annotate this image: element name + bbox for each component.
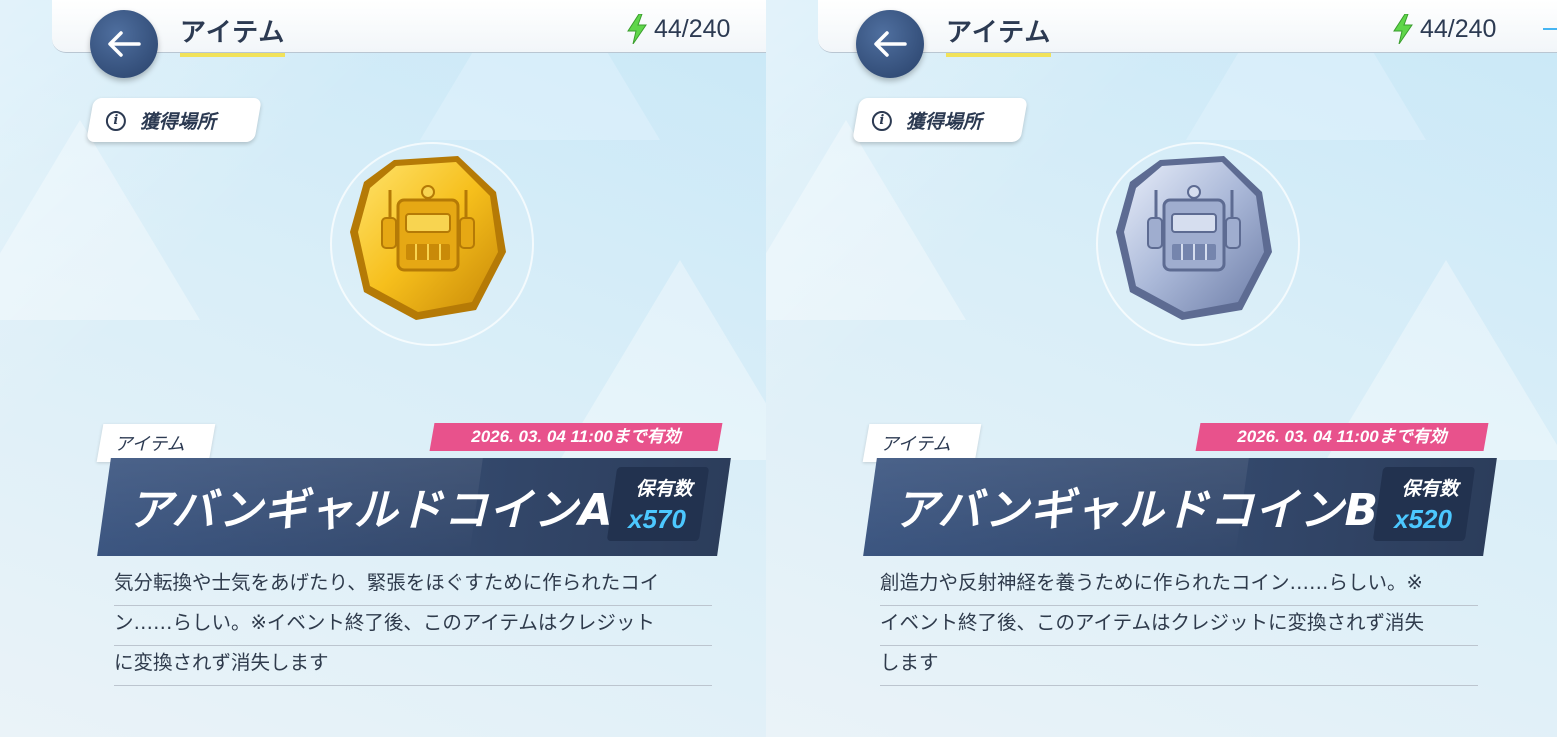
item-type-tag: アイテム xyxy=(862,424,982,462)
expiry-badge: 2026. 03. 04 11:00まで有効 xyxy=(429,423,723,451)
item-name: アバンギャルドコインA xyxy=(128,485,614,536)
back-arrow-icon xyxy=(874,31,907,57)
expiry-text: 2026. 03. 04 11:00まで有効 xyxy=(1237,427,1447,446)
description-line: ン……らしい。※イベント終了後、このアイテムはクレジット xyxy=(114,606,712,646)
lightning-icon xyxy=(1393,14,1413,44)
silver-robot-coin-icon xyxy=(1116,156,1272,320)
item-description: 気分転換や士気をあげたり、緊張をほぐすために作られたコイ ン……らしい。※イベン… xyxy=(114,566,712,686)
item-detail-panel-a: アイテム 44/240 i 獲得場所 アイテム 2026. 03. 04 11:… xyxy=(0,0,766,737)
owned-count-label: 保有数 xyxy=(1401,478,1459,500)
stamina-dash xyxy=(1543,28,1557,30)
gold-robot-coin-icon xyxy=(350,156,506,320)
expiry-badge: 2026. 03. 04 11:00まで有効 xyxy=(1195,423,1489,451)
owned-count-value: x520 xyxy=(1394,504,1452,534)
description-line: 気分転換や士気をあげたり、緊張をほぐすために作られたコイ xyxy=(114,566,712,606)
info-icon: i xyxy=(106,110,126,130)
description-line: します xyxy=(880,646,1478,686)
stamina-value: 44/240 xyxy=(654,14,731,43)
page-title: アイテム xyxy=(180,12,286,57)
owned-count-value: x570 xyxy=(628,504,686,534)
description-line: イベント終了後、このアイテムはクレジットに変換されず消失 xyxy=(880,606,1478,646)
acquisition-source-label: 獲得場所 xyxy=(906,110,983,133)
item-type-label: アイテム xyxy=(880,434,951,455)
stamina-counter: 44/240 xyxy=(1392,14,1496,44)
acquisition-source-button[interactable]: i 獲得場所 xyxy=(86,98,262,142)
back-button[interactable] xyxy=(90,10,158,78)
acquisition-source-label: 獲得場所 xyxy=(140,110,217,133)
description-line: に変換されず消失します xyxy=(114,646,712,686)
stamina-value: 44/240 xyxy=(1420,14,1497,43)
item-detail-panel-b: アイテム 44/240 i 獲得場所 アイテム 2026. 03. 04 11:… xyxy=(766,0,1557,737)
stamina-counter: 44/240 xyxy=(626,14,730,44)
item-description: 創造力や反射神経を養うために作られたコイン……らしい。※ イベント終了後、このア… xyxy=(880,566,1478,686)
back-arrow-icon xyxy=(108,31,141,57)
item-type-tag: アイテム xyxy=(96,424,216,462)
back-button[interactable] xyxy=(856,10,924,78)
description-line: 創造力や反射神経を養うために作られたコイン……らしい。※ xyxy=(880,566,1478,606)
item-name: アバンギャルドコインB xyxy=(894,485,1379,536)
expiry-text: 2026. 03. 04 11:00まで有効 xyxy=(471,427,681,446)
info-icon: i xyxy=(872,110,892,130)
owned-count-label: 保有数 xyxy=(635,478,693,500)
acquisition-source-button[interactable]: i 獲得場所 xyxy=(852,98,1028,142)
item-type-label: アイテム xyxy=(114,434,185,455)
lightning-icon xyxy=(627,14,647,44)
page-title: アイテム xyxy=(946,12,1052,57)
